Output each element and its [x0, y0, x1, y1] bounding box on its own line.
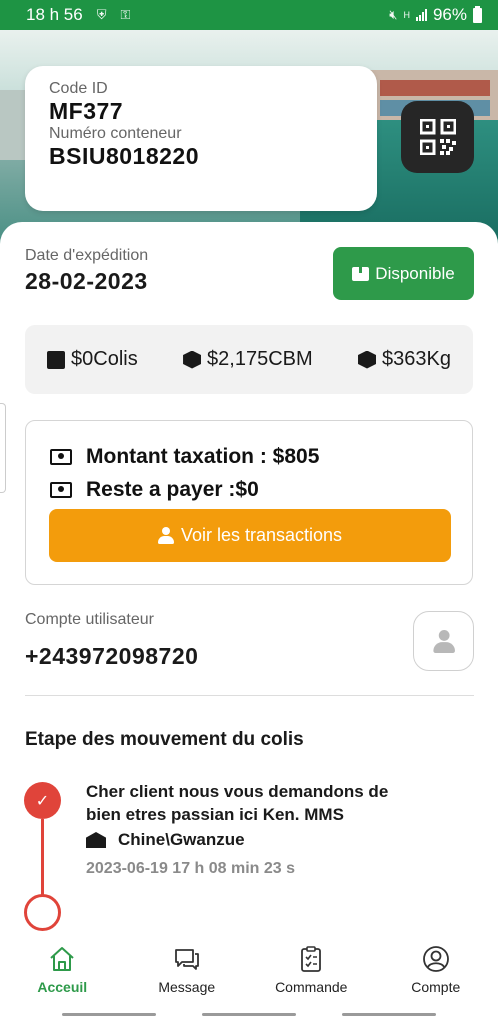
system-nav-recent[interactable]	[62, 1013, 156, 1016]
network-type-icon: H	[403, 10, 410, 20]
cube-icon	[358, 350, 377, 369]
expedition-date-label: Date d'expédition	[25, 247, 149, 264]
timeline-next-node	[24, 894, 61, 931]
clipboard-icon	[301, 946, 322, 972]
user-circle-icon	[422, 946, 449, 972]
stat-cbm-value: $2,175CBM	[207, 348, 313, 370]
step-message: Cher client nous vous demandons de bien …	[86, 782, 389, 824]
check-icon: ✓	[24, 782, 61, 819]
divider	[25, 695, 474, 696]
code-id-value: MF377	[49, 98, 124, 124]
chat-icon	[174, 949, 199, 970]
remaining-balance-row: Reste a payer :$0	[50, 478, 259, 502]
shield-icon: ⛨	[96, 7, 107, 22]
nav-label: Message	[158, 979, 216, 995]
status-bar: 18 h 56 ⛨ ⚿ 🔇︎ H 96%	[0, 0, 498, 30]
user-account-label: Compte utilisateur	[25, 611, 154, 628]
stat-colis-value: $0Colis	[71, 348, 138, 370]
step-location-text: Chine\Gwanzue	[118, 830, 245, 849]
shipment-id-card: Code ID MF377 Numéro conteneur BSIU80182…	[25, 66, 377, 211]
status-badge: Disponible	[333, 247, 474, 300]
mute-icon: 🔇︎	[389, 7, 398, 22]
system-nav-back[interactable]	[342, 1013, 436, 1016]
status-label: Disponible	[375, 263, 455, 283]
remaining-balance: Reste a payer :$0	[86, 478, 259, 501]
nav-label: Compte	[411, 979, 461, 995]
signal-icon	[415, 9, 427, 21]
warehouse-icon	[86, 832, 106, 848]
qr-code-icon	[419, 119, 456, 155]
nav-item-acceuil[interactable]: Acceuil	[0, 936, 125, 1008]
key-icon: ⚿	[120, 7, 131, 22]
nav-item-message[interactable]: Message	[125, 936, 250, 1008]
code-id-label: Code ID	[49, 80, 108, 97]
stat-weight-value: $363Kg	[382, 348, 451, 370]
battery-percent: 96%	[432, 5, 467, 24]
timeline-line	[41, 819, 44, 899]
avatar[interactable]	[413, 611, 474, 671]
view-transactions-label: Voir les transactions	[180, 525, 343, 545]
nav-item-compte[interactable]: Compte	[374, 936, 498, 1008]
container-number-value: BSIU8018220	[49, 143, 199, 169]
system-nav-home[interactable]	[202, 1013, 296, 1016]
side-drawer-handle[interactable]	[0, 403, 6, 493]
qr-code-button[interactable]	[401, 101, 474, 173]
user-icon	[157, 527, 174, 544]
user-account-phone: +243972098720	[25, 643, 199, 669]
nav-label: Acceuil	[37, 979, 88, 995]
taxation-amount-row: Montant taxation : $805	[50, 445, 319, 469]
home-icon	[50, 947, 74, 971]
battery-icon	[473, 5, 482, 23]
taxation-amount: Montant taxation : $805	[86, 445, 320, 468]
bottom-nav: Acceuil Message Commande Compte	[0, 936, 498, 1008]
step-location: Chine\Gwanzue	[86, 830, 245, 850]
box-icon	[352, 266, 370, 281]
step-timestamp: 2023-06-19 17 h 08 min 23 s	[86, 860, 296, 877]
stats-panel: $0Colis $2,175CBM $363Kg	[25, 325, 473, 394]
status-time: 18 h 56	[26, 5, 83, 24]
nav-item-commande[interactable]: Commande	[249, 936, 374, 1008]
view-transactions-button[interactable]: Voir les transactions	[49, 509, 451, 562]
expedition-date-value: 28-02-2023	[25, 268, 148, 294]
system-nav-bar	[0, 1008, 498, 1024]
stat-weight: $363Kg	[358, 348, 451, 371]
stat-colis: $0Colis	[47, 348, 138, 371]
box-icon	[47, 350, 65, 369]
steps-title: Etape des mouvement du colis	[25, 729, 304, 750]
user-icon	[433, 629, 455, 653]
nav-label: Commande	[275, 979, 348, 995]
money-icon	[50, 482, 72, 498]
money-icon	[50, 449, 72, 465]
taxation-card: Montant taxation : $805 Reste a payer :$…	[25, 420, 473, 585]
cube-icon	[183, 350, 202, 369]
container-number-label: Numéro conteneur	[49, 125, 182, 142]
stat-cbm: $2,175CBM	[183, 348, 313, 371]
